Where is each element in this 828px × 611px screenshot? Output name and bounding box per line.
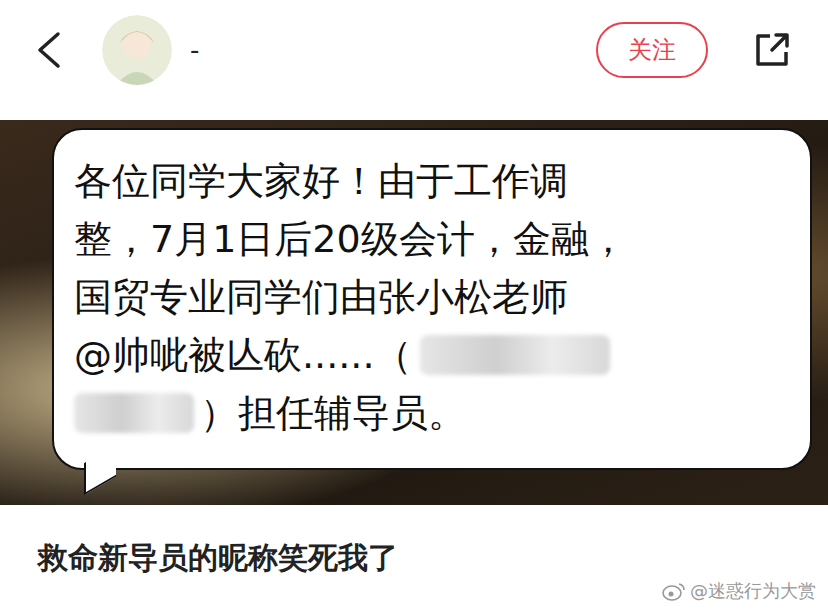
back-arrow-icon[interactable] <box>34 30 64 70</box>
watermark: @迷惑行为大赏 <box>662 579 816 603</box>
follow-button[interactable]: 关注 <box>596 22 708 78</box>
bubble-text: 各位同学大家好！由于工作调 <box>74 152 568 210</box>
share-icon[interactable] <box>752 30 792 70</box>
bubble-line: 各位同学大家好！由于工作调 <box>74 152 790 210</box>
speech-bubble: 各位同学大家好！由于工作调整，7月1日后20级会计，金融，国贸专业同学们由张小松… <box>52 128 812 470</box>
bubble-text: @帅呲被亾砍......（ <box>74 326 412 384</box>
bubble-text: 国贸专业同学们由张小松老师 <box>74 268 568 326</box>
post-page: - 关注各位同学大家好！由于工作调整，7月1日后20级会计，金融，国贸专业同学们由… <box>0 0 828 611</box>
caption-area: 救命新导员的昵称笑死我了 @迷惑行为大赏 <box>0 505 828 611</box>
post-image: 各位同学大家好！由于工作调整，7月1日后20级会计，金融，国贸专业同学们由张小松… <box>0 120 828 505</box>
bubble-line: 整，7月1日后20级会计，金融， <box>74 210 790 268</box>
bubble-line: 国贸专业同学们由张小松老师 <box>74 268 790 326</box>
top-bar: - 关注 <box>0 0 828 100</box>
bubble-line: ）担任辅导员。 <box>74 384 790 442</box>
bubble-line: @帅呲被亾砍......（ <box>74 326 790 384</box>
username[interactable]: - <box>190 35 199 65</box>
avatar[interactable] <box>102 15 172 85</box>
bubble-text: ）担任辅导员。 <box>200 384 466 442</box>
post-caption: 救命新导员的昵称笑死我了 <box>38 538 398 579</box>
bubble-tail <box>84 445 116 495</box>
blurred-text <box>420 335 610 375</box>
blurred-text <box>74 393 194 433</box>
bubble-text: 整，7月1日后20级会计，金融， <box>74 210 627 268</box>
avatar-icon <box>102 15 172 85</box>
weibo-icon <box>662 581 686 601</box>
